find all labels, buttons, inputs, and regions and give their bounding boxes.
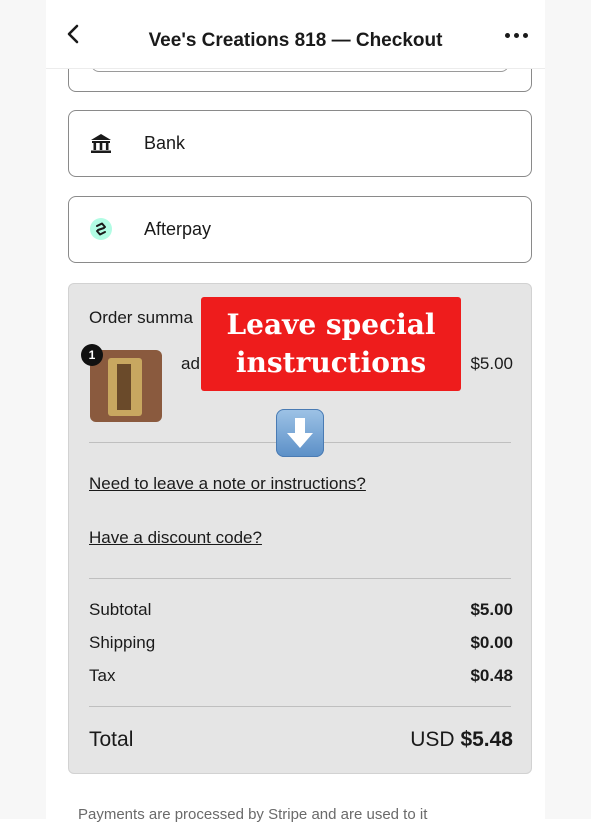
annotation-line-2: instructions	[235, 346, 427, 379]
item-price: $5.00	[470, 354, 513, 373]
top-bar: Vee's Creations 818 — Checkout	[46, 0, 545, 69]
more-options-icon[interactable]	[503, 30, 531, 42]
tax-label: Tax	[89, 666, 116, 685]
afterpay-icon	[90, 218, 112, 240]
total-currency: USD	[410, 728, 455, 751]
note-instructions-link[interactable]: Need to leave a note or instructions?	[89, 474, 366, 494]
page-title: Vee's Creations 818 — Checkout	[148, 30, 443, 51]
total-label: Total	[89, 728, 134, 751]
left-margin	[0, 0, 46, 819]
payment-option-bank[interactable]: Bank	[68, 110, 532, 177]
quantity-badge: 1	[81, 344, 103, 366]
subtotal-label: Subtotal	[89, 600, 152, 619]
total-value: $5.48	[460, 728, 513, 751]
order-summary-title: Order summa	[89, 308, 193, 327]
shipping-label: Shipping	[89, 633, 156, 652]
afterpay-label: Afterpay	[144, 219, 212, 239]
down-arrow-icon	[276, 409, 324, 457]
discount-code-link[interactable]: Have a discount code?	[89, 528, 262, 548]
bank-icon	[91, 134, 111, 153]
total-amount: USD $5.48	[410, 728, 513, 752]
bank-label: Bank	[144, 133, 186, 153]
footer-text: Payments are processed by Stripe and are…	[78, 806, 428, 823]
divider	[89, 578, 511, 579]
subtotal-value: $5.00	[470, 600, 513, 619]
right-margin	[545, 0, 591, 819]
annotation-line-1: Leave special	[226, 308, 436, 341]
shipping-value: $0.00	[470, 633, 513, 652]
product-image-center	[117, 364, 131, 410]
tax-value: $0.48	[470, 666, 513, 685]
divider	[89, 706, 511, 707]
payment-option-afterpay[interactable]: Afterpay	[68, 196, 532, 263]
annotation-banner: Leave special instructions	[201, 297, 461, 391]
item-name: ad	[181, 354, 200, 373]
